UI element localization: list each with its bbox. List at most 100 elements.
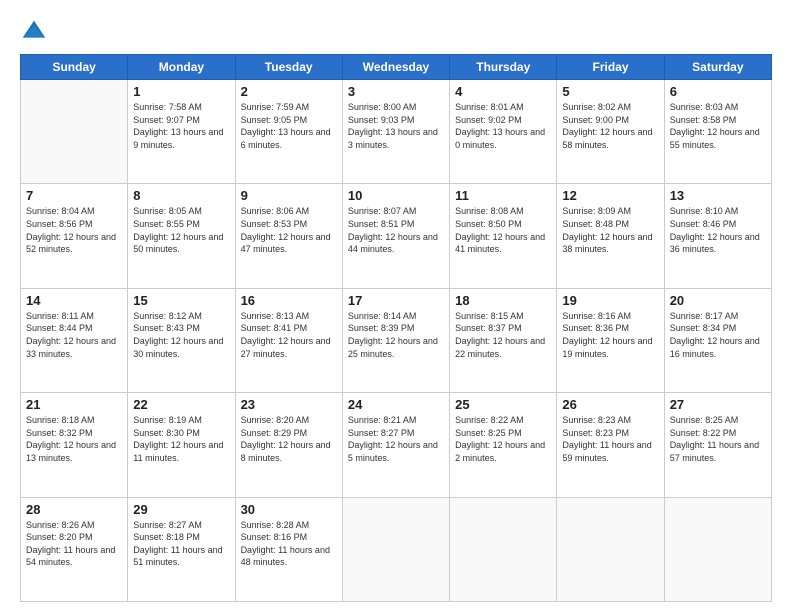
day-info: Sunrise: 7:59 AMSunset: 9:05 PMDaylight:… [241, 101, 337, 151]
day-info: Sunrise: 8:14 AMSunset: 8:39 PMDaylight:… [348, 310, 444, 360]
day-number: 24 [348, 397, 444, 412]
calendar-cell: 27Sunrise: 8:25 AMSunset: 8:22 PMDayligh… [664, 393, 771, 497]
day-info: Sunrise: 8:27 AMSunset: 8:18 PMDaylight:… [133, 519, 229, 569]
weekday-header-friday: Friday [557, 55, 664, 80]
weekday-header-row: SundayMondayTuesdayWednesdayThursdayFrid… [21, 55, 772, 80]
day-info: Sunrise: 8:05 AMSunset: 8:55 PMDaylight:… [133, 205, 229, 255]
day-info: Sunrise: 8:09 AMSunset: 8:48 PMDaylight:… [562, 205, 658, 255]
day-info: Sunrise: 8:25 AMSunset: 8:22 PMDaylight:… [670, 414, 766, 464]
calendar-cell: 12 Sunrise: 8:09 AMSunset: 8:48 PMDayligh… [557, 184, 664, 288]
day-number: 17 [348, 293, 444, 308]
calendar-cell: 23Sunrise: 8:20 AMSunset: 8:29 PMDayligh… [235, 393, 342, 497]
day-info: Sunrise: 8:15 AMSunset: 8:37 PMDaylight:… [455, 310, 551, 360]
day-info: Sunrise: 8:08 AMSunset: 8:50 PMDaylight:… [455, 205, 551, 255]
day-info: Sunrise: 8:19 AMSunset: 8:30 PMDaylight:… [133, 414, 229, 464]
day-number: 21 [26, 397, 122, 412]
calendar-cell [342, 497, 449, 601]
calendar-cell: 4 Sunrise: 8:01 AMSunset: 9:02 PMDaylight… [450, 80, 557, 184]
calendar-cell: 3 Sunrise: 8:00 AMSunset: 9:03 PMDaylight… [342, 80, 449, 184]
calendar-cell: 20 Sunrise: 8:17 AMSunset: 8:34 PMDayligh… [664, 288, 771, 392]
calendar-cell [557, 497, 664, 601]
day-number: 13 [670, 188, 766, 203]
calendar-cell: 24 Sunrise: 8:21 AMSunset: 8:27 PMDayligh… [342, 393, 449, 497]
day-info: Sunrise: 8:11 AMSunset: 8:44 PMDaylight:… [26, 310, 122, 360]
calendar-cell: 19 Sunrise: 8:16 AMSunset: 8:36 PMDayligh… [557, 288, 664, 392]
day-number: 2 [241, 84, 337, 99]
calendar-cell: 26 Sunrise: 8:23 AMSunset: 8:23 PMDayligh… [557, 393, 664, 497]
day-number: 1 [133, 84, 229, 99]
weekday-header-thursday: Thursday [450, 55, 557, 80]
day-number: 16 [241, 293, 337, 308]
day-info: Sunrise: 8:03 AMSunset: 8:58 PMDaylight:… [670, 101, 766, 151]
day-info: Sunrise: 7:58 AMSunset: 9:07 PMDaylight:… [133, 101, 229, 151]
weekday-header-wednesday: Wednesday [342, 55, 449, 80]
day-number: 20 [670, 293, 766, 308]
day-info: Sunrise: 8:10 AMSunset: 8:46 PMDaylight:… [670, 205, 766, 255]
page: SundayMondayTuesdayWednesdayThursdayFrid… [0, 0, 792, 612]
calendar-cell: 2 Sunrise: 7:59 AMSunset: 9:05 PMDaylight… [235, 80, 342, 184]
day-number: 15 [133, 293, 229, 308]
day-info: Sunrise: 8:16 AMSunset: 8:36 PMDaylight:… [562, 310, 658, 360]
calendar-cell: 9Sunrise: 8:06 AMSunset: 8:53 PMDaylight… [235, 184, 342, 288]
calendar-cell: 28Sunrise: 8:26 AMSunset: 8:20 PMDayligh… [21, 497, 128, 601]
calendar-cell: 30 Sunrise: 8:28 AMSunset: 8:16 PMDayligh… [235, 497, 342, 601]
day-number: 11 [455, 188, 551, 203]
day-info: Sunrise: 8:26 AMSunset: 8:20 PMDaylight:… [26, 519, 122, 569]
weekday-header-saturday: Saturday [664, 55, 771, 80]
logo-icon [20, 18, 48, 46]
calendar-cell: 14Sunrise: 8:11 AMSunset: 8:44 PMDayligh… [21, 288, 128, 392]
weekday-header-monday: Monday [128, 55, 235, 80]
calendar-cell: 1 Sunrise: 7:58 AMSunset: 9:07 PMDaylight… [128, 80, 235, 184]
calendar-cell: 29 Sunrise: 8:27 AMSunset: 8:18 PMDayligh… [128, 497, 235, 601]
day-info: Sunrise: 8:07 AMSunset: 8:51 PMDaylight:… [348, 205, 444, 255]
day-number: 7 [26, 188, 122, 203]
calendar-cell: 17 Sunrise: 8:14 AMSunset: 8:39 PMDayligh… [342, 288, 449, 392]
day-number: 25 [455, 397, 551, 412]
calendar-cell: 13 Sunrise: 8:10 AMSunset: 8:46 PMDayligh… [664, 184, 771, 288]
day-info: Sunrise: 8:17 AMSunset: 8:34 PMDaylight:… [670, 310, 766, 360]
calendar-cell: 6 Sunrise: 8:03 AMSunset: 8:58 PMDaylight… [664, 80, 771, 184]
calendar-cell [21, 80, 128, 184]
calendar-cell [664, 497, 771, 601]
weekday-header-sunday: Sunday [21, 55, 128, 80]
day-number: 10 [348, 188, 444, 203]
calendar-cell: 10 Sunrise: 8:07 AMSunset: 8:51 PMDayligh… [342, 184, 449, 288]
calendar-cell: 11 Sunrise: 8:08 AMSunset: 8:50 PMDayligh… [450, 184, 557, 288]
calendar-cell: 22 Sunrise: 8:19 AMSunset: 8:30 PMDayligh… [128, 393, 235, 497]
calendar-table: SundayMondayTuesdayWednesdayThursdayFrid… [20, 54, 772, 602]
day-number: 4 [455, 84, 551, 99]
day-number: 8 [133, 188, 229, 203]
day-info: Sunrise: 8:21 AMSunset: 8:27 PMDaylight:… [348, 414, 444, 464]
calendar-week-1: 7 Sunrise: 8:04 AMSunset: 8:56 PMDaylight… [21, 184, 772, 288]
calendar-cell: 7 Sunrise: 8:04 AMSunset: 8:56 PMDaylight… [21, 184, 128, 288]
day-number: 22 [133, 397, 229, 412]
day-info: Sunrise: 8:01 AMSunset: 9:02 PMDaylight:… [455, 101, 551, 151]
day-number: 3 [348, 84, 444, 99]
weekday-header-tuesday: Tuesday [235, 55, 342, 80]
day-info: Sunrise: 8:02 AMSunset: 9:00 PMDaylight:… [562, 101, 658, 151]
day-number: 29 [133, 502, 229, 517]
calendar-cell: 18 Sunrise: 8:15 AMSunset: 8:37 PMDayligh… [450, 288, 557, 392]
calendar-cell [450, 497, 557, 601]
day-info: Sunrise: 8:22 AMSunset: 8:25 PMDaylight:… [455, 414, 551, 464]
calendar-cell: 8 Sunrise: 8:05 AMSunset: 8:55 PMDaylight… [128, 184, 235, 288]
calendar-week-3: 21 Sunrise: 8:18 AMSunset: 8:32 PMDayligh… [21, 393, 772, 497]
calendar-cell: 15Sunrise: 8:12 AMSunset: 8:43 PMDayligh… [128, 288, 235, 392]
calendar-week-4: 28Sunrise: 8:26 AMSunset: 8:20 PMDayligh… [21, 497, 772, 601]
day-info: Sunrise: 8:18 AMSunset: 8:32 PMDaylight:… [26, 414, 122, 464]
day-number: 26 [562, 397, 658, 412]
day-number: 30 [241, 502, 337, 517]
day-number: 12 [562, 188, 658, 203]
calendar-body: 1 Sunrise: 7:58 AMSunset: 9:07 PMDaylight… [21, 80, 772, 602]
calendar-cell: 25 Sunrise: 8:22 AMSunset: 8:25 PMDayligh… [450, 393, 557, 497]
day-info: Sunrise: 8:23 AMSunset: 8:23 PMDaylight:… [562, 414, 658, 464]
calendar-cell: 21 Sunrise: 8:18 AMSunset: 8:32 PMDayligh… [21, 393, 128, 497]
day-number: 6 [670, 84, 766, 99]
day-info: Sunrise: 8:00 AMSunset: 9:03 PMDaylight:… [348, 101, 444, 151]
day-number: 19 [562, 293, 658, 308]
day-number: 18 [455, 293, 551, 308]
day-info: Sunrise: 8:04 AMSunset: 8:56 PMDaylight:… [26, 205, 122, 255]
logo [20, 18, 52, 46]
day-info: Sunrise: 8:06 AMSunset: 8:53 PMDaylight:… [241, 205, 337, 255]
day-info: Sunrise: 8:28 AMSunset: 8:16 PMDaylight:… [241, 519, 337, 569]
